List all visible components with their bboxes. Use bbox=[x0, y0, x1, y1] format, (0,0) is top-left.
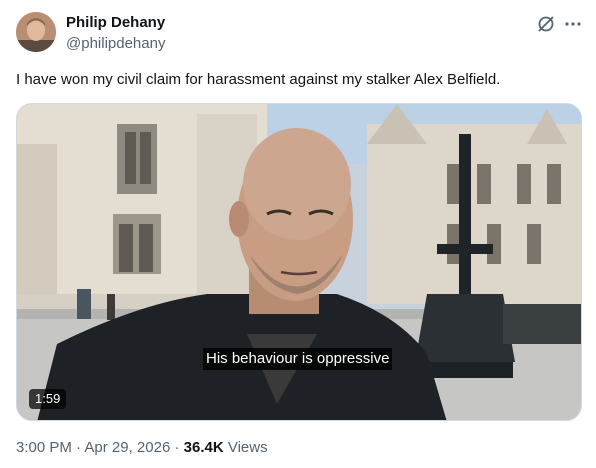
avatar-image bbox=[16, 12, 56, 52]
author-name[interactable]: Philip Dehany bbox=[66, 14, 165, 31]
tweet-date[interactable]: Apr 29, 2026 bbox=[84, 439, 170, 456]
meta-separator: · bbox=[71, 439, 85, 456]
tweet-time[interactable]: 3:00 PM bbox=[16, 439, 72, 456]
video-player[interactable]: His behaviour is oppressive 1:59 bbox=[16, 103, 582, 421]
tweet-meta: 3:00 PM · Apr 29, 2026 · 36.4K Views bbox=[16, 439, 268, 456]
tweet-text: I have won my civil claim for harassment… bbox=[16, 71, 501, 88]
avatar[interactable] bbox=[16, 12, 56, 52]
grok-icon[interactable] bbox=[536, 14, 556, 34]
video-frame bbox=[17, 104, 581, 420]
author-handle[interactable]: @philipdehany bbox=[66, 35, 165, 52]
meta-separator: · bbox=[170, 439, 184, 456]
video-duration: 1:59 bbox=[29, 389, 67, 409]
video-caption: His behaviour is oppressive bbox=[203, 348, 393, 370]
tweet: Philip Dehany @philipdehany I have won m… bbox=[0, 0, 596, 468]
views-count: 36.4K bbox=[183, 439, 224, 456]
more-icon[interactable] bbox=[562, 14, 584, 34]
views-label: Views bbox=[227, 439, 268, 456]
